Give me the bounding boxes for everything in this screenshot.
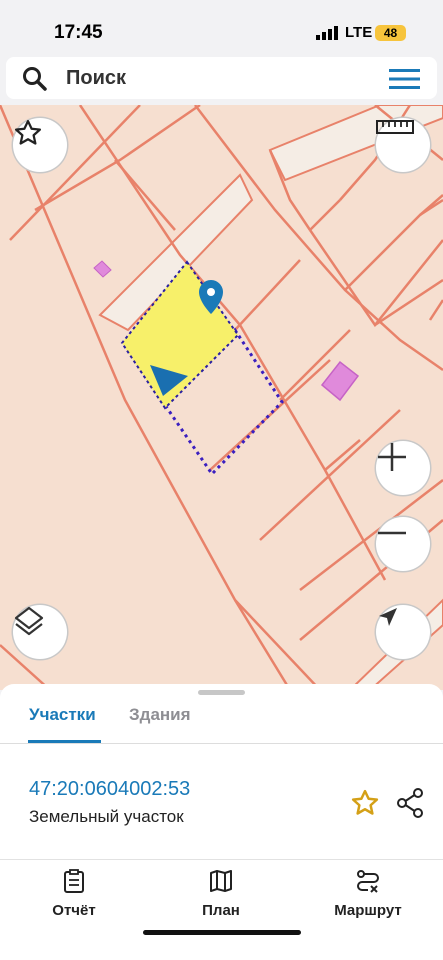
tabbar-plan[interactable]: План — [171, 869, 271, 919]
favorite-map-button[interactable] — [13, 118, 67, 172]
my-location-button[interactable] — [376, 605, 430, 659]
parcel-info-panel: Участки Здания 47:20:0604002:53 Земельны… — [0, 684, 443, 960]
tabbar-plan-label: План — [202, 902, 240, 919]
layers-button[interactable] — [13, 605, 67, 659]
search-icon — [23, 67, 47, 91]
tab-parcels[interactable]: Участки — [29, 705, 96, 725]
tabbar-divider — [0, 859, 443, 860]
layers-icon — [14, 606, 44, 636]
zoom-out-button[interactable] — [376, 517, 430, 571]
zoom-in-button[interactable] — [376, 441, 430, 495]
map-view[interactable] — [0, 105, 443, 690]
network-type: LTE — [345, 24, 373, 41]
favorite-star-icon[interactable] — [350, 788, 380, 818]
tabbar-report-label: Отчёт — [52, 902, 96, 919]
ruler-icon — [376, 120, 414, 134]
clipboard-icon — [64, 869, 84, 893]
search-input[interactable]: Поиск — [66, 67, 126, 90]
tabbar-route-label: Маршрут — [334, 902, 402, 919]
share-icon[interactable] — [396, 788, 424, 818]
tabbar-route[interactable]: Маршрут — [318, 869, 418, 919]
tabbar-report[interactable]: Отчёт — [24, 869, 124, 919]
signal-icon — [316, 26, 338, 40]
tabs-divider — [0, 743, 443, 744]
route-icon — [357, 870, 379, 893]
menu-icon[interactable] — [389, 68, 420, 90]
search-bar[interactable]: Поиск — [6, 57, 437, 99]
star-icon — [15, 120, 41, 145]
zoom-out-icon — [378, 531, 406, 535]
zoom-in-icon — [378, 443, 406, 471]
battery-icon: 48 — [375, 25, 406, 41]
home-indicator — [143, 930, 301, 935]
cadastral-map — [0, 105, 443, 690]
tab-buildings[interactable]: Здания — [129, 705, 191, 725]
map-icon — [210, 870, 232, 892]
panel-grabber[interactable] — [198, 690, 245, 695]
cadastral-number[interactable]: 47:20:0604002:53 — [29, 778, 190, 801]
status-time: 17:45 — [54, 22, 103, 43]
parcel-type: Земельный участок — [29, 807, 184, 826]
status-bar: 17:45 LTE 48 — [0, 0, 443, 58]
location-arrow-icon — [379, 608, 397, 626]
ruler-button[interactable] — [376, 118, 430, 172]
